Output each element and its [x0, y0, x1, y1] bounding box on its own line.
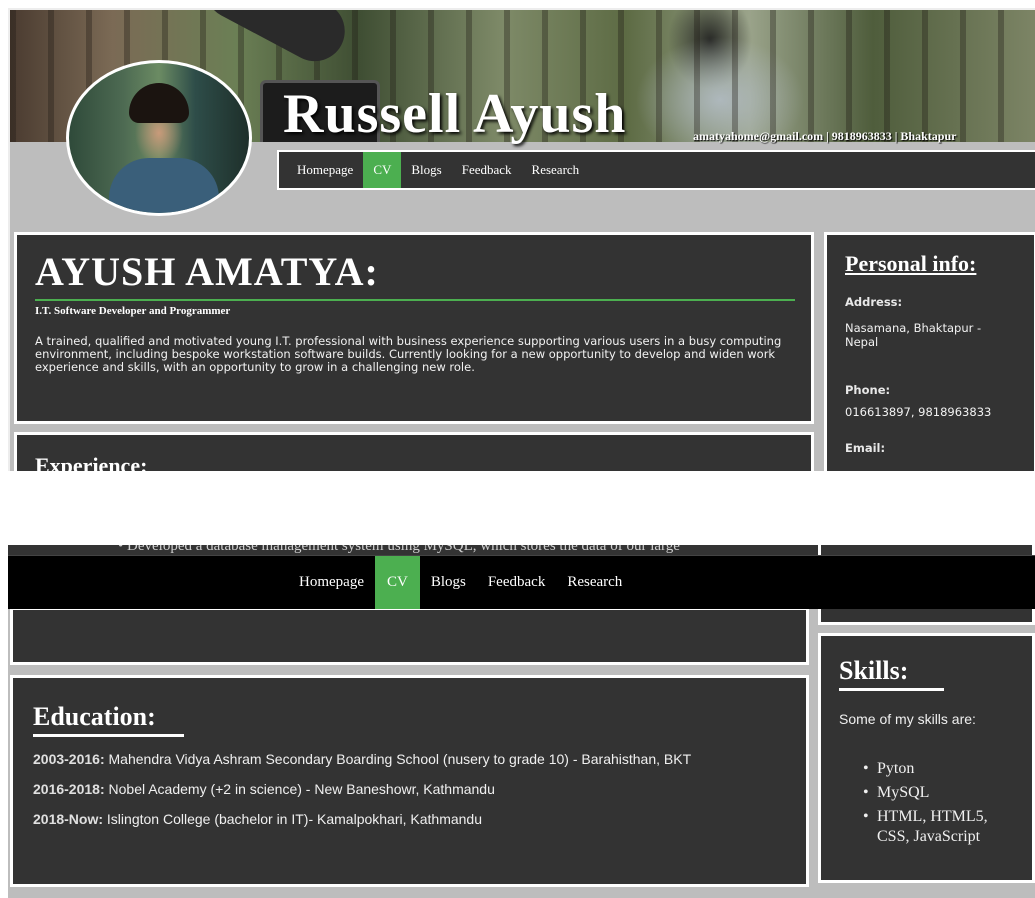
person-name: AYUSH AMATYA: — [35, 249, 379, 294]
avatar — [66, 60, 252, 216]
avatar-shirt — [109, 158, 219, 213]
experience-item-partial: • Developed a database management system… — [118, 545, 680, 554]
email-label: Email: — [845, 441, 886, 455]
phone-label: Phone: — [845, 383, 891, 397]
avatar-hair — [129, 83, 189, 123]
page-scrolled-view: • Developed a database management system… — [8, 545, 1035, 898]
site-title: Russell Ayush — [283, 83, 627, 145]
skills-panel: Skills: Some of my skills are: Pyton MyS… — [818, 633, 1035, 883]
sticky-nav-cv[interactable]: CV — [374, 556, 420, 609]
education-heading: Education: — [33, 702, 184, 737]
education-years: 2003-2016: — [33, 751, 105, 767]
nav-research[interactable]: Research — [522, 152, 590, 188]
education-years: 2016-2018: — [33, 781, 105, 797]
skills-heading: Skills: — [839, 656, 945, 691]
address-label: Address: — [845, 295, 903, 309]
nav-homepage[interactable]: Homepage — [287, 152, 363, 188]
experience-panel: Experience: — [14, 432, 814, 471]
nav-blogs[interactable]: Blogs — [401, 152, 451, 188]
experience-panel-bottom — [10, 607, 809, 665]
sticky-nav-homepage[interactable]: Homepage — [288, 556, 375, 609]
address-value: Nasamana, Bhaktapur - Nepal — [845, 321, 982, 349]
experience-heading: Experience: — [35, 453, 148, 471]
sticky-nav: Homepage CV Blogs Feedback Research — [8, 555, 1035, 609]
page-top-view: Russell Ayush amatyahome@gmail.com | 981… — [8, 8, 1035, 471]
nav-feedback[interactable]: Feedback — [452, 152, 522, 188]
education-detail: Nobel Academy (+2 in science) - New Bane… — [108, 781, 495, 797]
personal-info-panel: Personal info: Address: Nasamana, Bhakta… — [824, 232, 1035, 471]
person-role: I.T. Software Developer and Programmer — [35, 305, 231, 317]
education-detail: Islington College (bachelor in IT)- Kama… — [106, 811, 483, 827]
sticky-nav-feedback[interactable]: Feedback — [477, 556, 556, 609]
education-panel: Education: 2003-2016: Mahendra Vidya Ash… — [10, 675, 809, 887]
phone-value: 016613897, 9818963833 — [845, 405, 992, 419]
education-item: 2003-2016: Mahendra Vidya Ashram Seconda… — [33, 751, 786, 767]
sticky-nav-research[interactable]: Research — [556, 556, 633, 609]
education-item: 2018-Now: Islington College (bachelor in… — [33, 811, 786, 827]
title-divider — [35, 299, 795, 301]
sticky-nav-blogs[interactable]: Blogs — [420, 556, 477, 609]
skill-item: Pyton — [863, 759, 1014, 779]
skill-item: MySQL — [863, 783, 1014, 803]
profile-summary: A trained, qualified and motivated young… — [35, 334, 782, 374]
personal-info-heading: Personal info: — [845, 251, 977, 276]
intro-panel: AYUSH AMATYA: I.T. Software Developer an… — [14, 232, 814, 424]
education-years: 2018-Now: — [33, 811, 104, 827]
nav-cv[interactable]: CV — [363, 152, 402, 188]
skills-list: Pyton MySQL HTML, HTML5, CSS, JavaScript — [839, 759, 1014, 847]
main-nav: Homepage CV Blogs Feedback Research — [277, 150, 1035, 190]
education-item: 2016-2018: Nobel Academy (+2 in science)… — [33, 781, 786, 797]
skill-item: HTML, HTML5, CSS, JavaScript — [863, 807, 1014, 847]
education-detail: Mahendra Vidya Ashram Secondary Boarding… — [108, 751, 692, 767]
header-contact: amatyahome@gmail.com | 9818963833 | Bhak… — [693, 129, 957, 143]
skills-intro: Some of my skills are: — [839, 711, 976, 727]
